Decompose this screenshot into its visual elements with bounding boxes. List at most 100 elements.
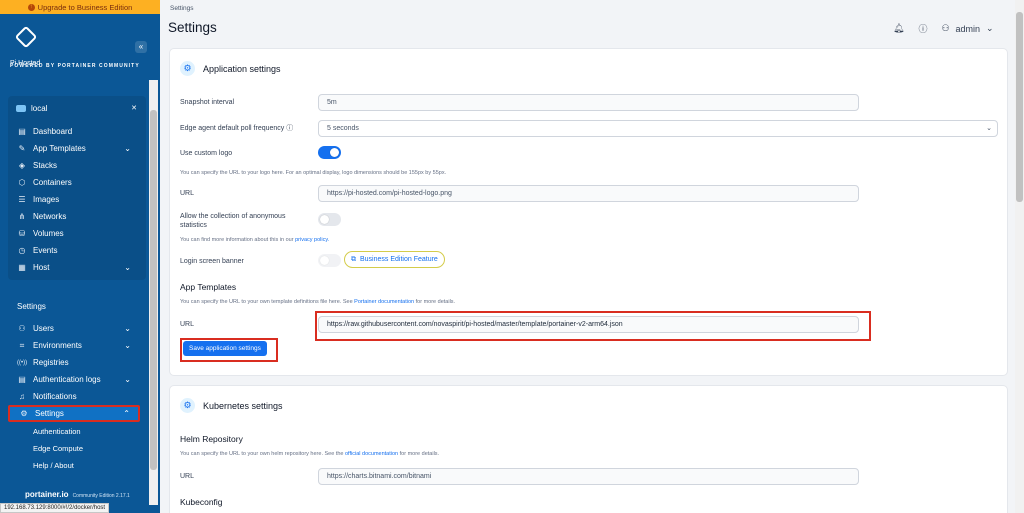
bell-icon[interactable]: 🔔︎	[893, 23, 904, 34]
portainer-footer: portainer.io Community Edition 2.17.1	[25, 490, 130, 499]
gear-icon: ⚙	[180, 398, 195, 413]
sidebar-item-settings[interactable]: ⚙ Settings ⌃	[8, 405, 140, 422]
sidebar-item-containers[interactable]: ⬡ Containers	[0, 174, 148, 191]
kubernetes-settings-card: ⚙ Kubernetes settings Helm Repository Yo…	[169, 385, 1008, 513]
upgrade-label: Upgrade to Business Edition	[37, 2, 133, 12]
gear-icon: ⚙	[20, 409, 28, 418]
edge-poll-frequency-label: Edge agent default poll frequency ⓘ	[180, 125, 294, 132]
upgrade-banner[interactable]: ↑ Upgrade to Business Edition	[0, 0, 160, 14]
chevron-down-icon: ⌄	[124, 375, 131, 384]
main-scrollbar-thumb[interactable]	[1016, 12, 1023, 202]
chevron-down-icon: ⌄	[124, 324, 131, 333]
custom-logo-help: You can specify the URL to your logo her…	[180, 170, 447, 176]
sidebar-item-authentication-logs[interactable]: ▤ Authentication logs ⌄	[0, 371, 148, 388]
network-icon: ⋔	[18, 212, 26, 221]
page-title: Settings	[168, 20, 217, 35]
anonymous-stats-label: Allow the collection of anonymous statist…	[180, 213, 286, 229]
status-bar-url: 192.168.73.129:8000/#!/2/docker/host	[0, 503, 110, 513]
user-menu[interactable]: ⚇ admin ⌄	[941, 23, 993, 34]
info-icon: ⓘ	[286, 125, 294, 132]
sidebar-item-stacks[interactable]: ◈ Stacks	[0, 157, 148, 174]
sidebar-item-label: Networks	[33, 212, 67, 221]
save-application-settings-button[interactable]: Save application settings	[183, 341, 267, 356]
app-templates-title: App Templates	[180, 282, 237, 292]
templates-url-input[interactable]: https://raw.githubusercontent.com/novasp…	[318, 316, 859, 333]
upgrade-icon: ↑	[27, 3, 35, 11]
stacks-icon: ◈	[18, 161, 26, 170]
dashboard-icon: ▤	[18, 127, 26, 136]
sidebar-subitem-edge-compute[interactable]: Edge Compute	[33, 444, 83, 453]
container-icon: ⬡	[18, 178, 26, 187]
close-environment-icon[interactable]: ✕	[131, 104, 137, 112]
sidebar-subitem-help-about[interactable]: Help / About	[33, 461, 74, 470]
sidebar-item-label: Users	[33, 324, 54, 333]
sidebar-item-registries[interactable]: ((•)) Registries	[0, 354, 148, 371]
sidebar-item-environments[interactable]: ⌗ Environments ⌄	[0, 337, 148, 354]
sidebar-item-label: Host	[33, 263, 50, 272]
login-banner-toggle	[318, 254, 341, 267]
login-banner-label: Login screen banner	[180, 258, 244, 265]
sidebar-item-label: Notifications	[33, 392, 77, 401]
sidebar-item-label: Registries	[33, 358, 69, 367]
logs-icon: ▤	[18, 375, 26, 384]
clock-icon: ◷	[18, 246, 26, 255]
host-icon: ▦	[18, 263, 26, 272]
sidebar-item-networks[interactable]: ⋔ Networks	[0, 208, 148, 225]
sidebar-scrollbar[interactable]	[149, 80, 158, 505]
settings-section-title: Settings	[17, 302, 46, 311]
templates-url-label: URL	[180, 321, 195, 328]
sidebar-item-events[interactable]: ◷ Events	[0, 242, 148, 259]
anonymous-stats-toggle[interactable]	[318, 213, 341, 226]
sidebar-item-label: Settings	[35, 409, 64, 418]
briefcase-icon: ⧉	[351, 255, 356, 263]
environments-icon: ⌗	[19, 340, 25, 350]
main-scrollbar[interactable]	[1015, 0, 1024, 513]
portainer-brand: portainer.io	[25, 490, 69, 499]
user-icon: ⚇	[941, 23, 950, 33]
snapshot-interval-label: Snapshot interval	[180, 99, 235, 106]
sidebar-item-host[interactable]: ▦ Host ⌄	[0, 259, 148, 276]
helm-help: You can specify the URL to your own helm…	[180, 451, 440, 457]
business-edition-badge[interactable]: ⧉ Business Edition Feature	[344, 251, 445, 268]
sidebar-item-users[interactable]: ⚇ Users ⌄	[0, 320, 148, 337]
edit-icon: ✎	[18, 144, 26, 153]
collapse-sidebar-icon[interactable]: «	[135, 41, 147, 53]
chevron-down-icon: ⌄	[986, 23, 994, 33]
chevron-down-icon: ⌄	[124, 341, 131, 350]
logo-url-input[interactable]: https://pi-hosted.com/pi-hosted-logo.png	[318, 185, 859, 202]
custom-logo-toggle[interactable]	[318, 146, 341, 159]
privacy-policy-link[interactable]: privacy policy.	[295, 237, 329, 243]
breadcrumb: Settings	[170, 5, 194, 12]
registries-icon: ((•))	[17, 359, 28, 366]
card-header: ⚙ Application settings	[180, 61, 281, 76]
bell-icon: ♫	[19, 392, 25, 401]
sidebar-item-label: Events	[33, 246, 58, 255]
portainer-docs-link[interactable]: Portainer documentation	[354, 299, 414, 305]
sidebar-item-label: Containers	[33, 178, 72, 187]
powered-by: POWERED BY PORTAINER COMMUNITY	[10, 63, 140, 69]
help-icon[interactable]: ⓘ	[918, 22, 927, 35]
sidebar-item-notifications[interactable]: ♫ Notifications	[0, 388, 148, 405]
sidebar-item-app-templates[interactable]: ✎ App Templates ⌄	[0, 140, 148, 157]
sidebar-item-volumes[interactable]: ⛁ Volumes	[0, 225, 148, 242]
docker-icon	[16, 105, 26, 112]
pi-hosted-logo-icon	[14, 25, 38, 49]
edge-poll-frequency-select[interactable]: 5 seconds ⌄	[318, 120, 998, 137]
sidebar-subitem-authentication[interactable]: Authentication	[33, 427, 81, 436]
sidebar-item-dashboard[interactable]: ▤ Dashboard	[0, 123, 148, 140]
sidebar-item-label: Images	[33, 195, 60, 204]
snapshot-interval-input[interactable]: 5m	[318, 94, 859, 111]
chevron-down-icon: ⌄	[124, 144, 131, 153]
helm-repository-title: Helm Repository	[180, 434, 243, 444]
sidebar-item-images[interactable]: ☰ Images	[0, 191, 148, 208]
edition-label: Community Edition 2.17.1	[72, 493, 130, 499]
application-settings-card: ⚙ Application settings Snapshot interval…	[169, 48, 1008, 376]
kubeconfig-title: Kubeconfig	[180, 497, 223, 507]
chevron-down-icon: ⌄	[986, 125, 992, 132]
chevron-down-icon: ⌄	[124, 263, 131, 272]
official-docs-link[interactable]: official documentation	[345, 451, 398, 457]
images-icon: ☰	[18, 195, 26, 204]
helm-url-input[interactable]: https://charts.bitnami.com/bitnami	[318, 468, 859, 485]
sidebar-scrollbar-thumb[interactable]	[150, 110, 157, 470]
helm-url-label: URL	[180, 473, 195, 480]
